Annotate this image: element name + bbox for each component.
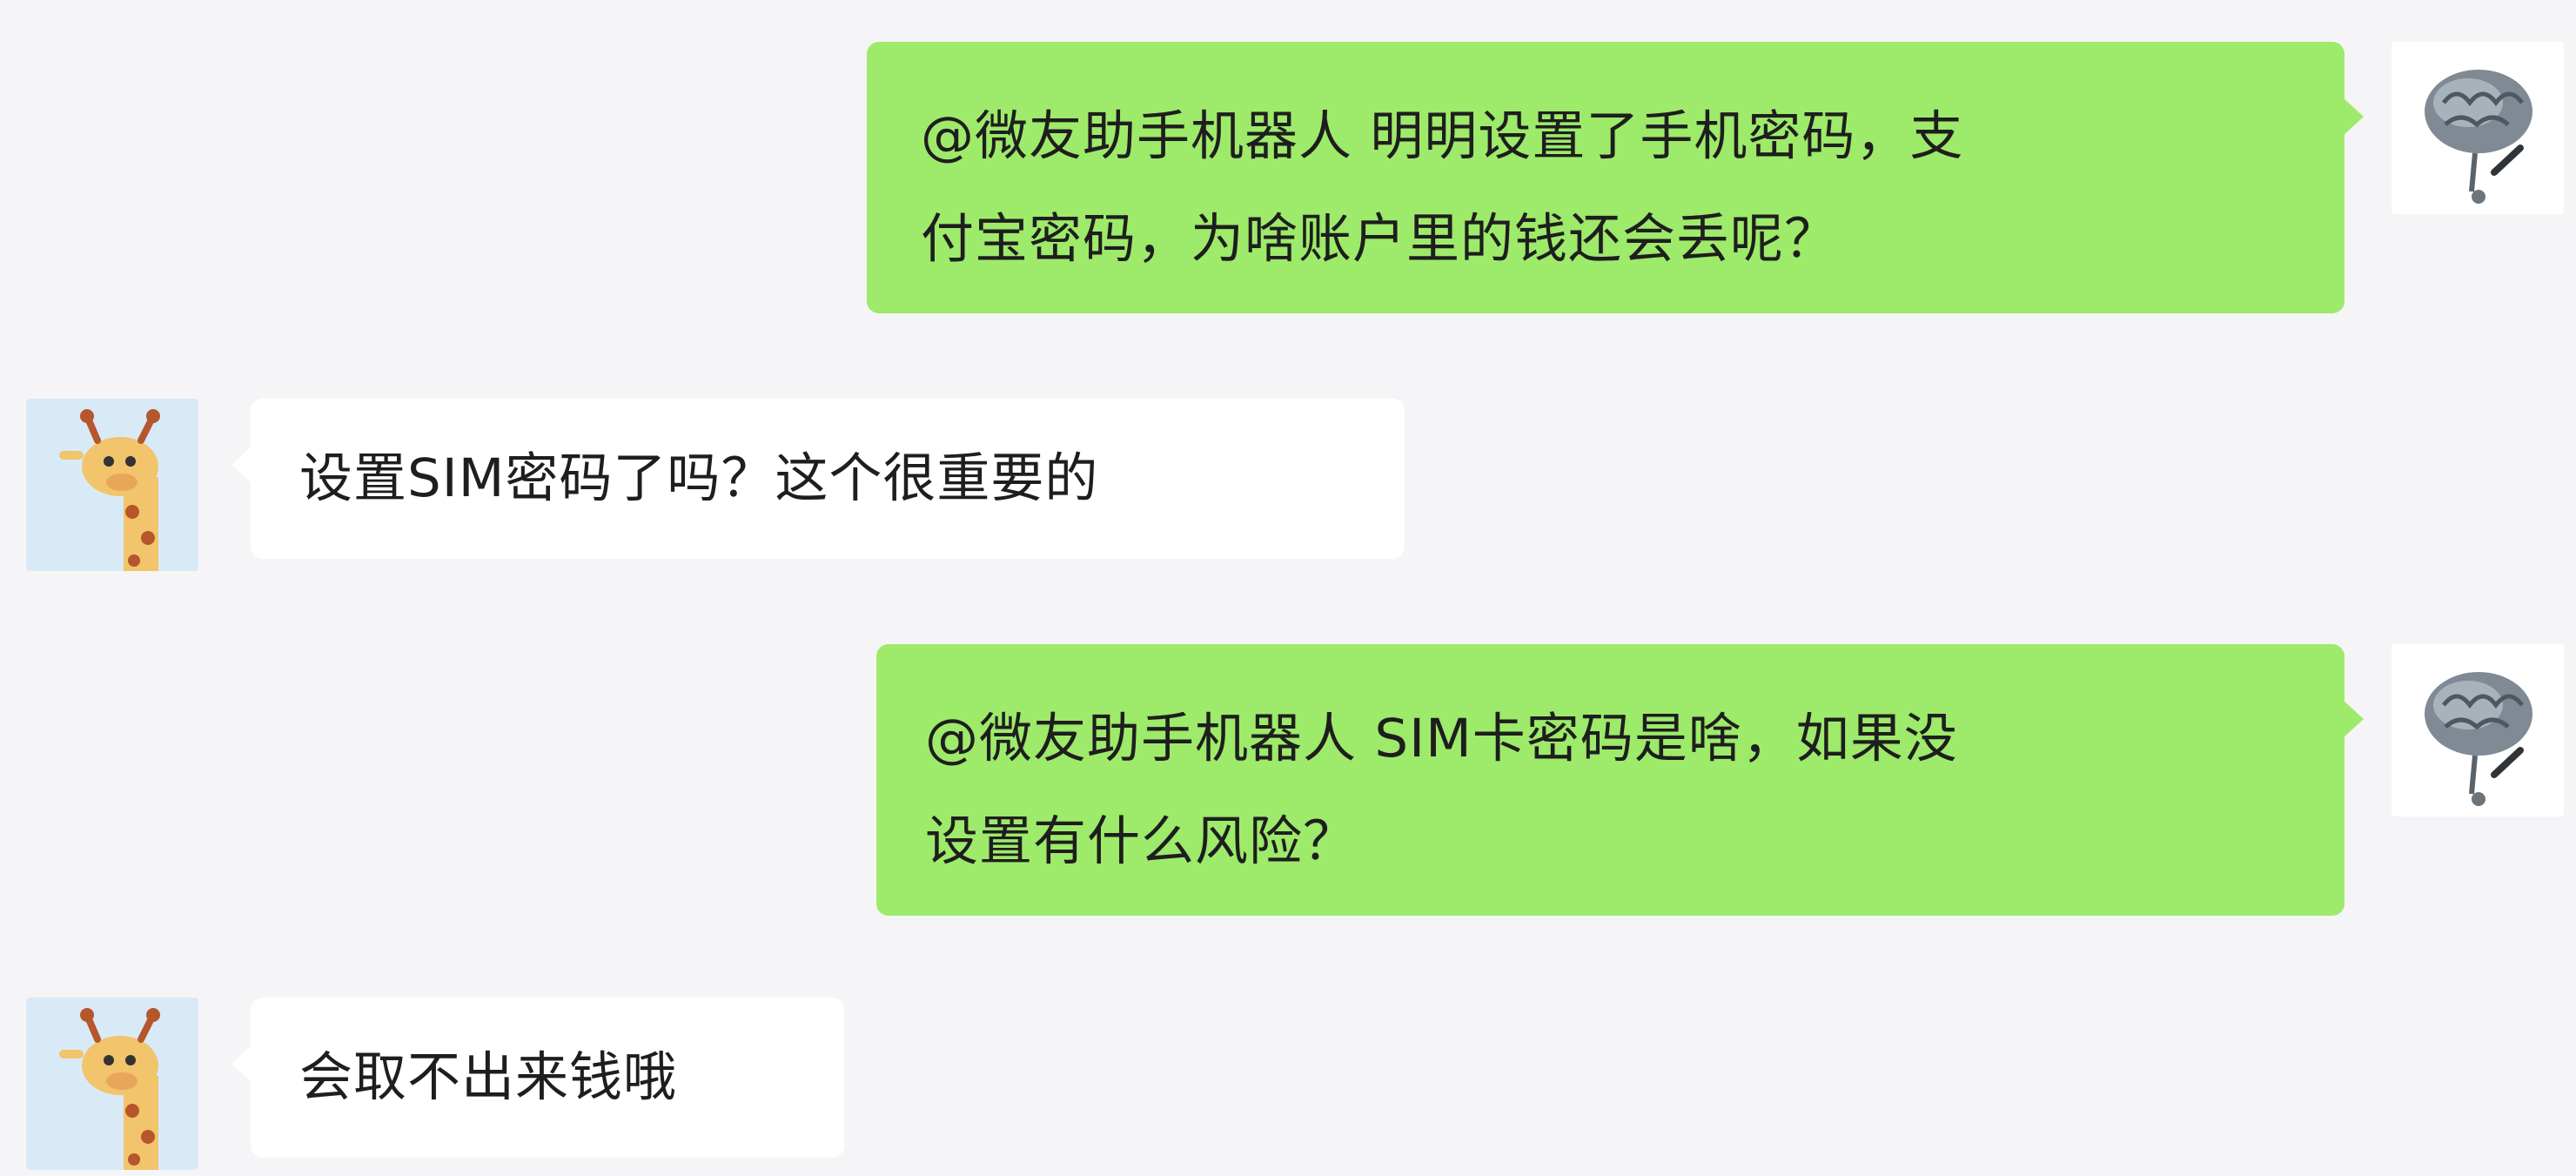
message-text-line: @微友助手机器人 明明设置了手机密码，支 [921,105,1964,167]
chat-history: @微友助手机器人 明明设置了手机密码，支 付宝密码，为啥账户里的钱还会丢呢？ 设… [0,0,2576,1176]
message-text-line: 付宝密码，为啥账户里的钱还会丢呢？ [921,208,1839,270]
message-text-line: 设置有什么风险？ [925,810,1358,872]
message-text-line: 设置SIM密码了吗？这个很重要的 [299,447,1099,509]
outgoing-message-bubble[interactable]: @微友助手机器人 明明设置了手机密码，支 付宝密码，为啥账户里的钱还会丢呢？ [867,42,2364,313]
incoming-message-bubble[interactable]: 设置SIM密码了吗？这个很重要的 [231,399,1405,559]
outgoing-message-bubble[interactable]: @微友助手机器人 SIM卡密码是啥，如果没 设置有什么风险？ [876,644,2364,916]
giraffe-icon [26,399,198,571]
giraffe-icon [26,998,198,1170]
giraffe-avatar[interactable] [26,399,198,571]
brain-sketch-icon [2392,42,2564,214]
message-text-line: @微友助手机器人 SIM卡密码是啥，如果没 [925,708,1958,769]
brain-sketch-icon [2392,644,2564,816]
brain-sketch-avatar[interactable] [2392,644,2564,816]
message-text-line: 会取不出来钱哦 [299,1046,678,1108]
brain-sketch-avatar[interactable] [2392,42,2564,214]
incoming-message-bubble[interactable]: 会取不出来钱哦 [231,998,844,1158]
giraffe-avatar[interactable] [26,998,198,1170]
